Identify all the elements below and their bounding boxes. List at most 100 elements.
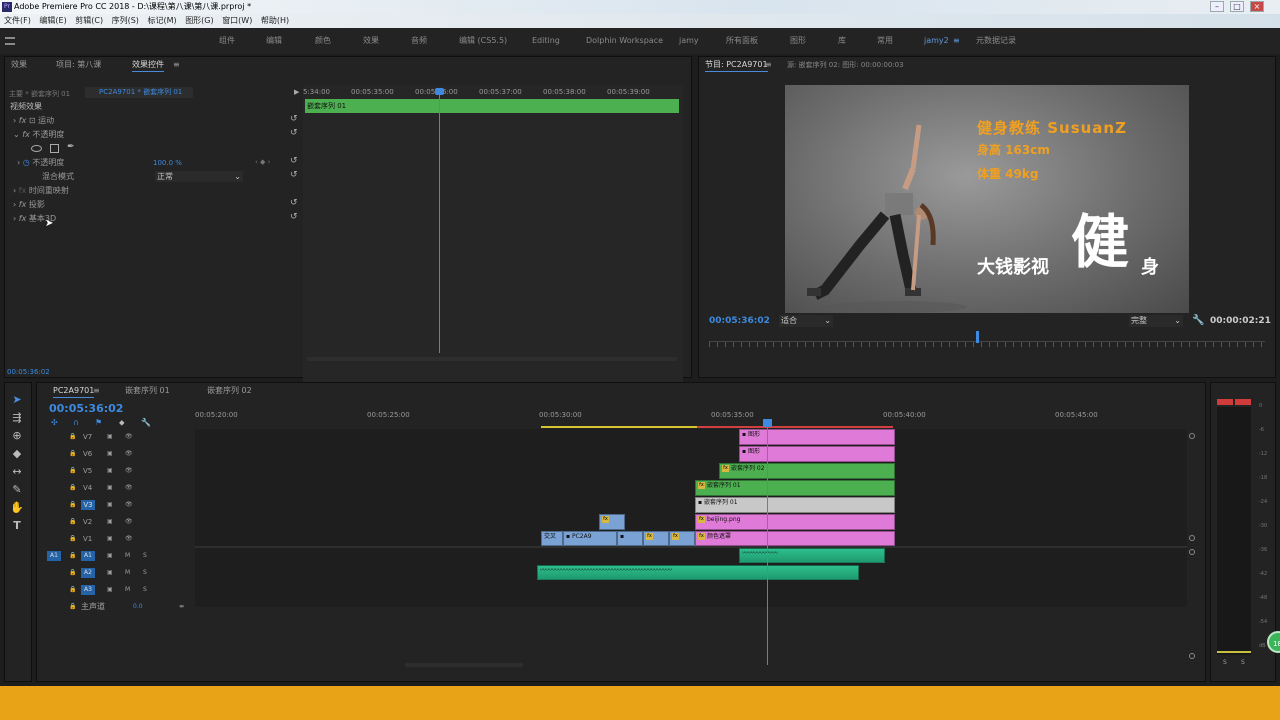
clip-v2-small[interactable]: fx [599, 514, 625, 530]
timeline-ruler[interactable]: 00:05:20:00 00:05:25:00 00:05:30:00 00:0… [195, 409, 1187, 429]
clip-v6-graphic[interactable]: ▪ 图形 [739, 446, 895, 462]
tab-nested-seq-01[interactable]: 嵌套序列 01 [125, 385, 170, 397]
pen-tool-icon[interactable]: ✎ [10, 483, 24, 497]
track-label[interactable]: A1 [81, 551, 95, 561]
menu-window[interactable]: 窗口(W) [222, 16, 252, 25]
marker-icon[interactable]: ⬥ [119, 418, 125, 428]
clip-v1-segment[interactable]: fx [643, 531, 669, 546]
sync-icon[interactable]: ▣ [107, 534, 113, 544]
eye-icon[interactable]: 👁 [125, 432, 133, 442]
playhead[interactable] [439, 91, 440, 353]
timeline-timecode[interactable]: 00:05:36:02 [49, 402, 123, 415]
menu-marker[interactable]: 标记(M) [147, 16, 176, 25]
expand-arrow-icon[interactable]: ▶ [294, 88, 299, 96]
clip-v7-graphic[interactable]: ▪ 图形 [739, 429, 895, 445]
effect-time-remap[interactable]: › fx 时间重映射 [13, 185, 69, 197]
panel-menu-icon[interactable]: ≡ [765, 59, 772, 71]
vertical-scroll-handle[interactable] [1189, 549, 1195, 555]
track-label[interactable]: V3 [81, 500, 95, 510]
lock-icon[interactable]: 🔒 [69, 449, 76, 459]
solo-left-button[interactable]: S [1223, 659, 1227, 666]
tab-effects[interactable]: 效果 [11, 59, 27, 71]
clip-v1-segment[interactable]: fx [669, 531, 695, 546]
ws-all-panels[interactable]: 所有面板 [726, 28, 758, 54]
ellipse-mask-icon[interactable] [31, 145, 42, 152]
ws-jamy2[interactable]: jamy2 [924, 28, 949, 54]
source-patch[interactable]: A1 [47, 551, 61, 561]
solo-button[interactable]: S [143, 585, 147, 595]
clip-v1-transition[interactable]: 交叉 [541, 531, 563, 546]
ws-jamy[interactable]: jamy [679, 28, 699, 54]
mini-scrollbar[interactable] [307, 357, 677, 361]
lock-icon[interactable]: 🔒 [69, 483, 76, 493]
program-timecode[interactable]: 00:05:36:02 [709, 316, 770, 326]
horizontal-scrollbar[interactable] [405, 663, 523, 667]
eye-icon[interactable]: 👁 [125, 466, 133, 476]
ws-library[interactable]: 库 [838, 28, 846, 54]
minimize-button[interactable]: – [1210, 1, 1224, 12]
solo-right-button[interactable]: S [1241, 659, 1245, 666]
linked-selection-icon[interactable]: ∩ [73, 418, 79, 427]
add-marker-icon[interactable]: ⚑ [95, 418, 102, 427]
sync-icon[interactable]: ▣ [107, 466, 113, 476]
blend-mode-dropdown[interactable]: 正常 ⌄ [155, 171, 243, 182]
ec-mini-timeline[interactable]: 5:34:00 00:05:35:00 00:05:36:00 00:05:37… [303, 85, 683, 385]
ws-editing-en[interactable]: Editing [532, 28, 560, 54]
lock-icon[interactable]: 🔒 [69, 585, 76, 595]
lock-icon[interactable]: 🔒 [69, 602, 76, 612]
sync-icon[interactable]: ▣ [107, 585, 113, 595]
vertical-scroll-handle[interactable] [1189, 535, 1195, 541]
video-frame[interactable]: 健身教练 SusuanZ 身高 163cm 体重 49kg 大钱影视 健 身 [785, 85, 1189, 313]
ws-common[interactable]: 常用 [877, 28, 893, 54]
ws-editing-cs55[interactable]: 编辑 (CS5.5) [459, 28, 507, 54]
wrench-icon[interactable]: 🔧 [141, 418, 151, 427]
clip-v1-segment[interactable]: ▪ [617, 531, 643, 546]
lock-icon[interactable]: 🔒 [69, 466, 76, 476]
effect-motion[interactable]: › fx ⊡ 运动 [13, 115, 54, 127]
sync-icon[interactable]: ▣ [107, 449, 113, 459]
ripple-edit-tool-icon[interactable]: ⊕ [10, 429, 24, 443]
fit-dropdown[interactable]: 适合 ⌄ [779, 315, 833, 327]
notification-badge[interactable]: 18 [1267, 631, 1280, 653]
quality-dropdown[interactable]: 完整 ⌄ [1129, 315, 1183, 327]
panel-menu-icon[interactable]: ≡ [173, 59, 180, 71]
clip-v5-nested02[interactable]: fx 嵌套序列 02 [719, 463, 895, 479]
reset-icon[interactable]: ↺ [290, 212, 298, 222]
type-tool-icon[interactable]: T [10, 519, 24, 533]
clip-v3-nested01[interactable]: ▪ 嵌套序列 01 [695, 497, 895, 513]
close-button[interactable]: × [1250, 1, 1264, 12]
track-area[interactable] [195, 429, 1187, 607]
clip-v4-nested01[interactable]: fx 嵌套序列 01 [695, 480, 895, 496]
ws-graphics[interactable]: 图形 [790, 28, 806, 54]
stopwatch-icon[interactable]: ◷ [23, 158, 30, 167]
rectangle-mask-icon[interactable] [50, 144, 59, 153]
vertical-scroll-handle[interactable] [1189, 433, 1195, 439]
program-ruler[interactable] [709, 341, 1265, 347]
slip-tool-icon[interactable]: ↔ [10, 465, 24, 479]
tab-nested-seq-02[interactable]: 嵌套序列 02 [207, 385, 252, 397]
hand-tool-icon[interactable]: ✋ [10, 501, 24, 515]
ws-metadata[interactable]: 元数据记录 [976, 28, 1016, 54]
keyframe-nav-icon[interactable]: ‹ ◆ › [255, 158, 270, 166]
snap-icon[interactable]: ✣ [51, 418, 58, 427]
mute-button[interactable]: M [125, 585, 130, 595]
playhead-handle[interactable] [435, 88, 444, 95]
eye-icon[interactable]: 👁 [125, 534, 133, 544]
tab-project[interactable]: 项目: 第八课 [56, 59, 101, 71]
timeline-playhead[interactable] [767, 419, 768, 665]
eye-icon[interactable]: 👁 [125, 517, 133, 527]
ec-timecode[interactable]: 00:05:36:02 [7, 368, 50, 376]
sync-icon[interactable]: ▣ [107, 483, 113, 493]
audio-clip-a1[interactable]: 〰〰〰〰〰〰 [739, 548, 885, 563]
sync-icon[interactable]: ▣ [107, 517, 113, 527]
eye-icon[interactable]: 👁 [125, 449, 133, 459]
effect-opacity[interactable]: ⌄ fx 不透明度 [13, 129, 64, 141]
eye-icon[interactable]: 👁 [125, 500, 133, 510]
menu-sequence[interactable]: 序列(S) [112, 16, 139, 25]
tab-source[interactable]: 源: 嵌套序列 02: 图形: 00:00:00:03 [787, 59, 904, 71]
mute-button[interactable]: M [125, 551, 130, 561]
solo-button[interactable]: S [143, 551, 147, 561]
ws-assembly[interactable]: 组件 [219, 28, 235, 54]
menu-clip[interactable]: 剪辑(C) [75, 16, 103, 25]
go-to-end-icon[interactable]: ⇹ [179, 602, 184, 612]
